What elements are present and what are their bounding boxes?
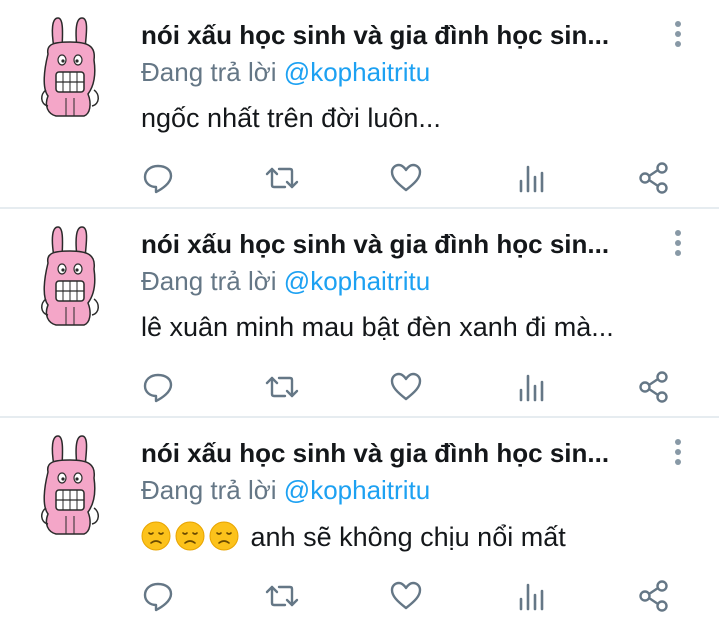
tweet-text-content: anh sẽ không chịu nổi mất — [250, 522, 566, 552]
disappointed-face-emoji — [175, 521, 205, 551]
retweet-button[interactable] — [262, 576, 302, 616]
tweet-text: anh sẽ không chịu nổi mất — [141, 521, 566, 553]
tweet-actions — [0, 576, 719, 616]
reply-prefix: Đang trả lời — [141, 475, 277, 505]
share-button[interactable] — [634, 367, 674, 407]
vertical-dots-icon[interactable] — [668, 18, 688, 52]
like-button[interactable] — [386, 158, 426, 198]
speech-bubble-icon — [143, 582, 173, 612]
share-icon — [639, 580, 668, 612]
avatar[interactable] — [38, 14, 102, 120]
reply-button[interactable] — [138, 576, 178, 616]
reply-handle-link[interactable]: @kophaitritu — [284, 57, 430, 87]
share-button[interactable] — [634, 158, 674, 198]
tweet[interactable]: nói xấu học sinh và gia đình học sin... … — [0, 418, 719, 626]
retweet-button[interactable] — [262, 367, 302, 407]
like-button[interactable] — [386, 367, 426, 407]
tweet-text: lê xuân minh mau bật đèn xanh đi mà... — [141, 312, 614, 343]
retweet-icon — [265, 376, 299, 398]
tweet-actions — [0, 158, 719, 198]
avatar[interactable] — [38, 432, 102, 538]
reply-prefix: Đang trả lời — [141, 57, 277, 87]
like-button[interactable] — [386, 576, 426, 616]
bar-chart-icon — [519, 583, 544, 611]
reply-handle-link[interactable]: @kophaitritu — [284, 266, 430, 296]
bar-chart-icon — [519, 165, 544, 193]
share-icon — [639, 371, 668, 403]
heart-icon — [390, 163, 422, 192]
tweet-feed: nói xấu học sinh và gia đình học sin... … — [0, 0, 719, 622]
reply-context: Đang trả lời @kophaitritu — [141, 57, 430, 88]
bar-chart-icon — [519, 374, 544, 402]
stats-button[interactable] — [511, 367, 551, 407]
vertical-dots-icon[interactable] — [668, 436, 688, 470]
heart-icon — [390, 372, 422, 401]
share-button[interactable] — [634, 576, 674, 616]
speech-bubble-icon — [143, 164, 173, 194]
reply-handle-link[interactable]: @kophaitritu — [284, 475, 430, 505]
vertical-dots-icon[interactable] — [668, 227, 688, 261]
reply-context: Đang trả lời @kophaitritu — [141, 475, 430, 506]
disappointed-face-emoji — [141, 521, 171, 551]
tweet-divider — [0, 207, 719, 209]
author-name[interactable]: nói xấu học sinh và gia đình học sin... — [141, 438, 656, 469]
reply-button[interactable] — [138, 158, 178, 198]
tweet[interactable]: nói xấu học sinh và gia đình học sin... … — [0, 209, 719, 417]
tweet-text-content: lê xuân minh mau bật đèn xanh đi mà... — [141, 312, 614, 342]
stats-button[interactable] — [511, 576, 551, 616]
heart-icon — [390, 581, 422, 610]
author-name[interactable]: nói xấu học sinh và gia đình học sin... — [141, 20, 656, 51]
disappointed-face-emoji — [209, 521, 239, 551]
avatar[interactable] — [38, 223, 102, 329]
tweet-text-content: ngốc nhất trên đời luôn... — [141, 103, 441, 133]
author-name[interactable]: nói xấu học sinh và gia đình học sin... — [141, 229, 656, 260]
tweet[interactable]: nói xấu học sinh và gia đình học sin... … — [0, 0, 719, 208]
tweet-text: ngốc nhất trên đời luôn... — [141, 103, 441, 134]
reply-button[interactable] — [138, 367, 178, 407]
retweet-button[interactable] — [262, 158, 302, 198]
retweet-icon — [265, 167, 299, 189]
reply-prefix: Đang trả lời — [141, 266, 277, 296]
tweet-divider — [0, 416, 719, 418]
share-icon — [639, 162, 668, 194]
stats-button[interactable] — [511, 158, 551, 198]
reply-context: Đang trả lời @kophaitritu — [141, 266, 430, 297]
retweet-icon — [265, 585, 299, 607]
speech-bubble-icon — [143, 373, 173, 403]
tweet-actions — [0, 367, 719, 407]
